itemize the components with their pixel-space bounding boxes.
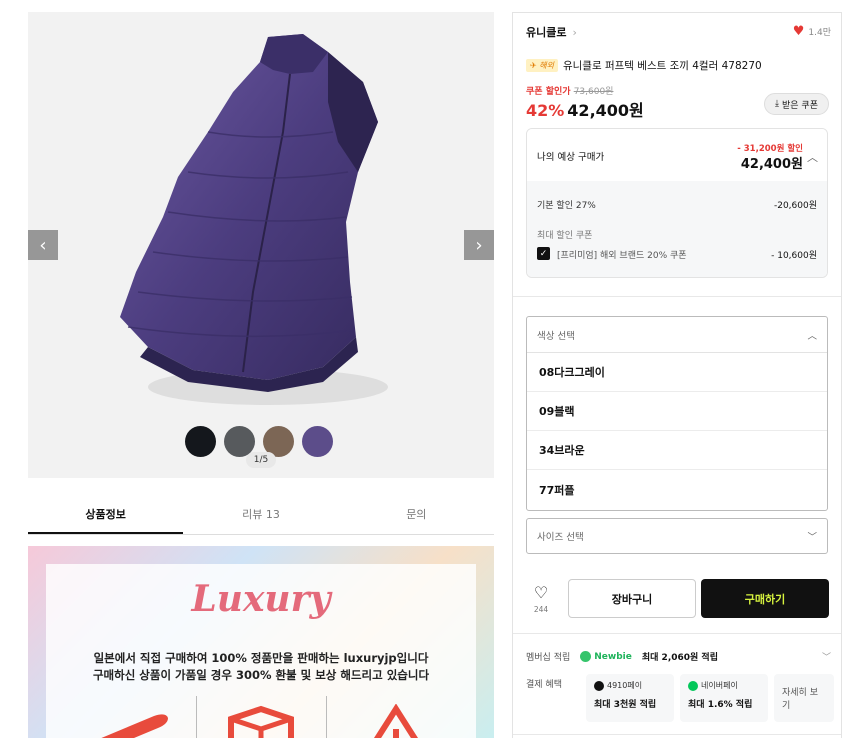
color-select-header[interactable]: 색상 선택 ︿ <box>527 317 827 353</box>
product-title-row: ✈ 해외 유니클로 퍼프텍 베스트 조끼 4컬러 478270 <box>526 58 762 73</box>
payment-card-naverpay[interactable]: 네이버페이 최대 1.6% 적립 <box>680 674 768 722</box>
next-image-button[interactable]: › <box>464 230 494 260</box>
tab-reviews[interactable]: 리뷰 13 <box>183 500 338 534</box>
brand-link[interactable]: 유니클로 › <box>526 24 577 40</box>
membership-points: 최대 2,060원 적립 <box>641 653 718 663</box>
coupon-price-label: 쿠폰 할인가 73,600원 <box>526 87 614 97</box>
buy-now-button[interactable]: 구매하기 <box>701 579 829 618</box>
newbie-badge: Newbie <box>580 651 632 662</box>
color-option[interactable]: 34브라운 <box>527 431 827 470</box>
estimated-price-box: 나의 예상 구매가 - 31,200원 할인 42,400원 ︿ 기본 할인 2… <box>526 128 828 278</box>
chevron-down-icon: ﹀ <box>807 532 817 543</box>
size-select-placeholder: 사이즈 선택 <box>537 532 584 543</box>
received-coupon-button[interactable]: ⤓ 받은 쿠폰 <box>764 93 829 115</box>
product-image-gallery: ‹ › 1/5 <box>28 12 494 478</box>
download-icon: ⤓ <box>775 99 779 109</box>
chevron-left-icon: ‹ <box>39 234 47 256</box>
heart-outline-icon: ♡ <box>533 583 549 602</box>
divider <box>196 696 197 738</box>
divider <box>513 734 841 735</box>
newbie-icon <box>580 651 592 662</box>
base-discount-value: -20,600원 <box>773 201 817 211</box>
product-title: 유니클로 퍼프텍 베스트 조끼 4컬러 478270 <box>562 60 762 72</box>
discount-percent: 42% <box>526 101 565 120</box>
estimated-price-label: 나의 예상 구매가 <box>537 152 605 163</box>
banner-line-2: 구매하신 상품이 가품일 경우 300% 환불 및 보상 해드리고 있습니다 <box>92 668 430 682</box>
membership-label: 멤버십 적립 <box>526 653 571 663</box>
brand-name: 유니클로 <box>526 26 567 39</box>
naver-pay-icon <box>688 680 698 691</box>
wish-count: 244 <box>533 605 549 614</box>
base-discount-label: 기본 할인 27% <box>537 201 596 211</box>
coupon-name: [프리미엄] 해외 브랜드 20% 쿠폰 <box>557 251 687 261</box>
product-detail-panel: 유니클로 › ♥ 1.4만 ✈ 해외 유니클로 퍼프텍 베스트 조끼 4컬러 4… <box>512 12 842 738</box>
payment-benefit: 최대 3천원 적립 <box>594 700 657 710</box>
swatch-darkgray-black[interactable] <box>185 426 216 457</box>
airplane-icon <box>101 714 168 738</box>
estimated-price: 42,400원 <box>740 157 803 172</box>
chevron-down-icon: ﹀ <box>821 653 831 663</box>
chevron-right-icon: › <box>572 25 577 39</box>
coupon-value: - 10,600원 <box>771 251 817 261</box>
sale-price: 42,400원 <box>567 101 644 120</box>
overseas-badge: ✈ 해외 <box>526 59 558 72</box>
tab-inquiry[interactable]: 문의 <box>339 500 494 534</box>
product-image-vest <box>120 34 388 405</box>
color-option[interactable]: 09블랙 <box>527 392 827 431</box>
product-gallery-column: ‹ › 1/5 상품정보 리뷰 13 문의 Luxury 일본에서 직접 구매하… <box>28 12 494 738</box>
chevron-right-icon: › <box>475 234 483 256</box>
color-select-placeholder: 색상 선택 <box>537 330 575 342</box>
payment-benefit-label: 결제 혜택 <box>526 680 562 690</box>
luxury-logo: Luxury <box>191 578 331 620</box>
heart-icon: ♥ <box>792 24 805 39</box>
divider <box>513 633 841 634</box>
original-price: 73,600원 <box>573 87 614 97</box>
max-coupon-label: 최대 할인 쿠폰 <box>537 231 593 241</box>
color-option[interactable]: 08다크그레이 <box>527 353 827 392</box>
banner-card: Luxury 일본에서 직접 구매하여 100% 정품만을 판매하는 luxur… <box>46 564 476 738</box>
size-select-dropdown[interactable]: 사이즈 선택 ﹀ <box>526 518 828 554</box>
divider <box>513 296 841 297</box>
add-to-cart-button[interactable]: 장바구니 <box>568 579 696 618</box>
color-select-dropdown: 색상 선택 ︿ 08다크그레이 09블랙 34브라운 77퍼플 <box>526 316 828 511</box>
payment-card-4910pay[interactable]: 4910페이 최대 3천원 적립 <box>586 674 674 722</box>
payment-benefit: 최대 1.6% 적립 <box>688 700 753 710</box>
wishlist-button[interactable]: ♡ 244 <box>526 583 556 615</box>
price-row: 42% 42,400원 <box>526 97 644 121</box>
estimated-price-header[interactable]: 나의 예상 구매가 - 31,200원 할인 42,400원 ︿ <box>527 129 827 181</box>
coupon-checkbox[interactable]: ✓ <box>537 247 550 260</box>
chevron-up-icon[interactable]: ︿ <box>807 149 818 165</box>
tab-product-info[interactable]: 상품정보 <box>28 500 184 534</box>
luxury-banner: Luxury 일본에서 직접 구매하여 100% 정품만을 판매하는 luxur… <box>28 546 494 738</box>
membership-points-row[interactable]: 멤버십 적립 Newbie 최대 2,060원 적립 ﹀ <box>526 650 831 663</box>
pay-4910-icon <box>594 680 604 691</box>
like-count: 1.4만 <box>808 28 831 38</box>
chevron-up-icon: ︿ <box>807 330 817 342</box>
received-coupon-label: 받은 쿠폰 <box>782 100 818 111</box>
banner-line-1: 일본에서 직접 구매하여 100% 정품만을 판매하는 luxuryjp입니다 <box>93 651 429 665</box>
box-icon <box>228 705 294 738</box>
product-tabs: 상품정보 리뷰 13 문의 <box>28 500 494 535</box>
like-button[interactable]: ♥ 1.4만 <box>793 24 831 39</box>
divider <box>326 696 327 738</box>
color-option[interactable]: 77퍼플 <box>527 470 827 509</box>
prev-image-button[interactable]: ‹ <box>28 230 58 260</box>
warning-icon <box>373 704 419 738</box>
see-more-payment-button[interactable]: 자세히 보기 <box>774 674 834 722</box>
discount-breakdown: 기본 할인 27% -20,600원 최대 할인 쿠폰 ✓ [프리미엄] 해외 … <box>527 181 827 277</box>
swatch-purple[interactable] <box>302 426 333 457</box>
image-counter: 1/5 <box>246 452 276 468</box>
